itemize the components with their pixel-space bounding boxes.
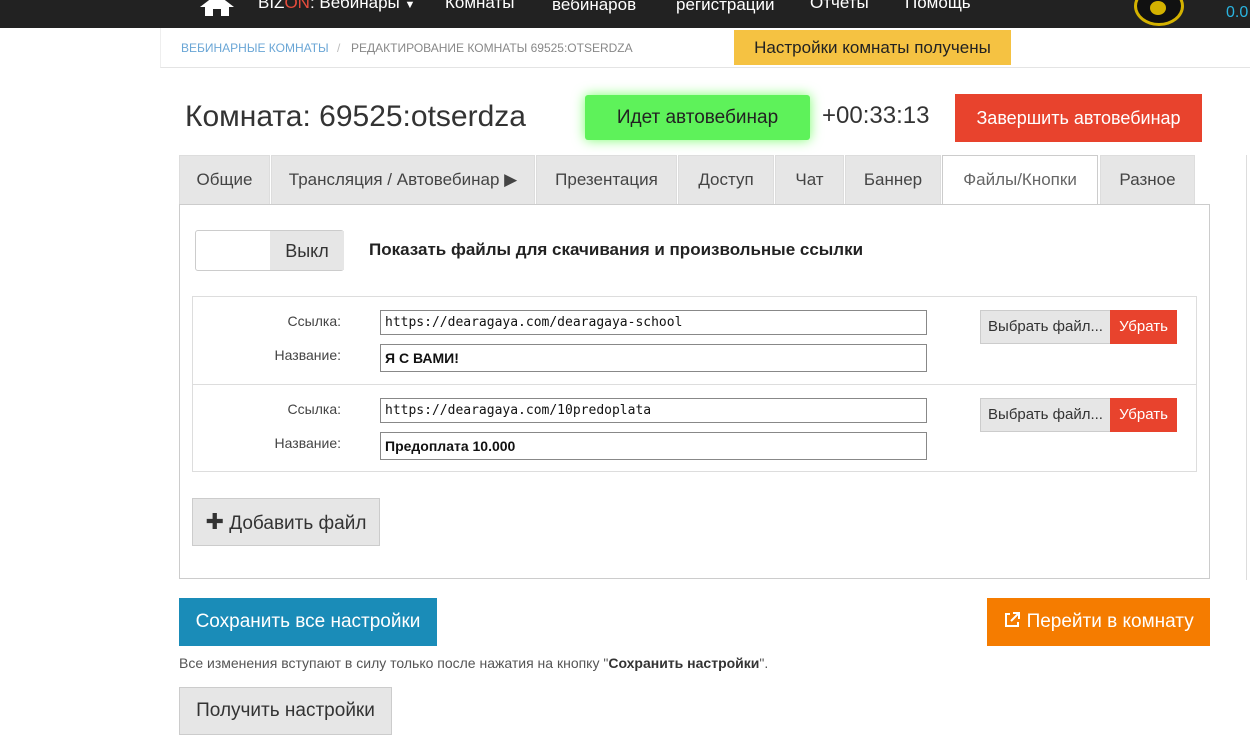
brand-accent: ON <box>284 0 310 12</box>
file-row: Ссылка: Название: Выбрать файл... Убрать <box>193 297 1196 385</box>
brand-suffix: : Вебинары <box>309 0 400 12</box>
link-label: Ссылка: <box>287 313 341 329</box>
save-hint-bold: Сохранить настройки <box>608 655 760 671</box>
right-sidebar-edge <box>1246 155 1250 580</box>
tab-chat[interactable]: Чат <box>775 155 844 204</box>
medal-icon[interactable] <box>1134 0 1184 26</box>
tab-general[interactable]: Общие <box>179 155 270 204</box>
webinar-timer: +00:33:13 <box>822 102 930 129</box>
save-all-settings-button[interactable]: Сохранить все настройки <box>179 598 437 646</box>
add-file-label: Добавить файл <box>229 513 367 534</box>
plus-icon: ✚ <box>205 509 224 534</box>
nav-item-webinars[interactable]: вебинаров <box>552 0 636 15</box>
stop-autowebinar-button[interactable]: Завершить автовебинар <box>955 94 1202 142</box>
webinar-status-badge: Идет автовебинар <box>585 95 810 140</box>
file-name-input[interactable] <box>380 432 927 460</box>
tab-banner[interactable]: Баннер <box>845 155 941 204</box>
go-to-room-button[interactable]: Перейти в комнату <box>987 598 1210 646</box>
link-label: Ссылка: <box>287 401 341 417</box>
tab-presentation[interactable]: Презентация <box>536 155 677 204</box>
name-label: Название: <box>274 347 341 363</box>
remove-file-button[interactable]: Убрать <box>1110 398 1177 432</box>
breadcrumb: Вебинарные комнаты / Редактирование комн… <box>160 28 1250 68</box>
breadcrumb-link-rooms[interactable]: Вебинарные комнаты <box>181 41 329 55</box>
get-settings-button[interactable]: Получить настройки <box>179 687 392 735</box>
choose-file-button[interactable]: Выбрать файл... <box>980 310 1111 344</box>
account-balance: 0.0 <box>1226 4 1249 21</box>
choose-file-button[interactable]: Выбрать файл... <box>980 398 1111 432</box>
tab-misc[interactable]: Разное <box>1100 155 1195 204</box>
name-label: Название: <box>274 435 341 451</box>
external-link-icon <box>1005 612 1021 627</box>
nav-item-reports[interactable]: Отчеты <box>810 0 869 13</box>
nav-brand-menu[interactable]: BIZON: Вебинары ▼ <box>258 0 415 13</box>
tab-access[interactable]: Доступ <box>678 155 774 204</box>
tab-files-buttons[interactable]: Файлы/Кнопки <box>942 155 1098 205</box>
file-row: Ссылка: Название: Выбрать файл... Убрать <box>193 384 1196 472</box>
go-to-room-label: Перейти в комнату <box>1026 611 1194 632</box>
save-hint-text: Все изменения вступают в силу только пос… <box>179 655 768 671</box>
save-hint-suffix: ". <box>759 655 769 671</box>
nav-item-registrations[interactable]: регистрации <box>676 0 775 15</box>
chevron-down-icon: ▼ <box>404 0 416 11</box>
page-title: Комната: 69525:otserdza <box>185 100 526 133</box>
show-files-toggle[interactable]: Выкл <box>195 230 344 271</box>
toggle-state-label: Выкл <box>270 231 344 270</box>
nav-item-rooms[interactable]: Комнаты <box>445 0 515 13</box>
nav-item-help[interactable]: Помощь <box>905 0 971 13</box>
file-link-input[interactable] <box>380 398 927 423</box>
show-files-label: Показать файлы для скачивания и произвол… <box>369 240 864 259</box>
notification-toast: Настройки комнаты получены <box>734 30 1011 65</box>
remove-file-button[interactable]: Убрать <box>1110 310 1177 344</box>
top-navbar: BIZON: Вебинары ▼ Комнаты вебинаров реги… <box>0 0 1250 28</box>
file-name-input[interactable] <box>380 344 927 372</box>
brand-prefix: BIZ <box>258 0 285 12</box>
home-icon[interactable] <box>200 0 234 16</box>
tab-broadcast[interactable]: Трансляция / Автовебинар ▶ <box>271 155 535 204</box>
breadcrumb-separator: / <box>337 41 341 55</box>
breadcrumb-current: Редактирование комнаты 69525:otserdza <box>351 41 633 55</box>
save-hint-prefix: Все изменения вступают в силу только пос… <box>179 655 609 671</box>
file-link-input[interactable] <box>380 310 927 335</box>
files-list: Ссылка: Название: Выбрать файл... Убрать… <box>192 296 1197 472</box>
add-file-button[interactable]: ✚ Добавить файл <box>192 498 380 546</box>
